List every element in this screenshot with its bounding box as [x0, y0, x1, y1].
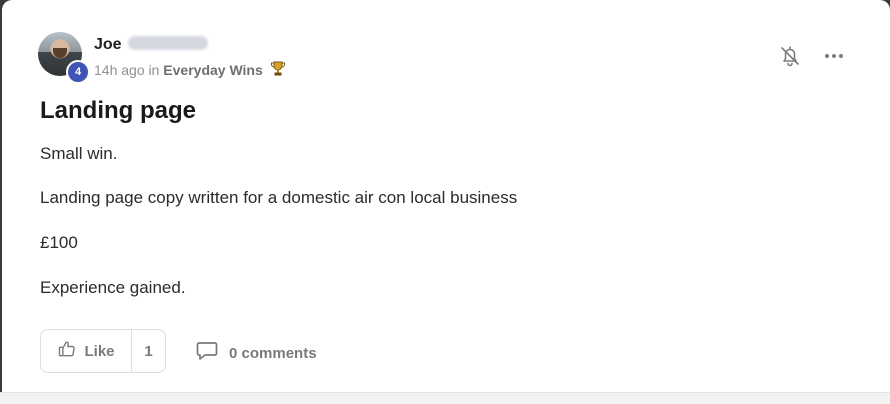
- like-label: Like: [84, 342, 115, 360]
- trophy-icon: [270, 61, 286, 80]
- avatar-photo-detail: [53, 48, 67, 58]
- post-body-line: £100: [40, 233, 78, 252]
- like-count[interactable]: 1: [132, 330, 165, 372]
- comments-label: 0 comments: [229, 344, 317, 362]
- post-body-line: Small win.: [40, 144, 118, 163]
- author-avatar[interactable]: 4: [38, 32, 90, 84]
- post-title: Landing page: [40, 97, 196, 124]
- more-horizontal-icon[interactable]: [822, 44, 846, 68]
- post-body-line: Landing page copy written for a domestic…: [40, 188, 518, 207]
- like-button[interactable]: Like: [41, 330, 132, 372]
- post-time: 14h ago: [94, 62, 145, 78]
- author-name[interactable]: Joe: [94, 36, 208, 54]
- comments-button[interactable]: 0 comments: [195, 340, 317, 366]
- next-post-edge: [0, 392, 890, 404]
- author-first-name: Joe: [94, 36, 122, 53]
- bell-off-icon[interactable]: [778, 44, 802, 68]
- post-meta: 14h ago in Everyday Wins: [94, 61, 286, 80]
- post-in-word: in: [148, 62, 160, 78]
- post-card: 4 Joe 14h ago in Everyday Wins Landing p…: [2, 0, 890, 392]
- post-body-line: Experience gained.: [40, 278, 186, 297]
- thumbs-up-icon: [57, 339, 77, 363]
- author-surname-redacted: [127, 36, 208, 50]
- comment-icon: [195, 340, 219, 366]
- level-badge: 4: [66, 60, 90, 84]
- like-control: Like 1: [40, 329, 166, 373]
- post-category[interactable]: Everyday Wins: [163, 62, 262, 78]
